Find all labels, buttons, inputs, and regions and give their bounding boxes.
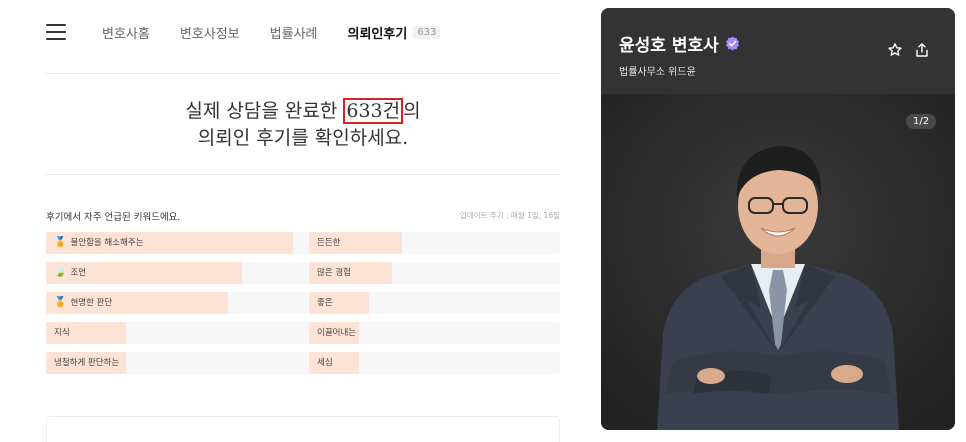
lawyer-profile-card: 윤성호 변호사 법률사무소 위드윤 1/2 [601,8,955,430]
review-count-badge: 633 [413,25,441,39]
headline-text-after: 의 [403,100,421,122]
lawyer-card-header: 윤성호 변호사 법률사무소 위드윤 [601,8,955,94]
tab-lawyer-home[interactable]: 변호사홈 [102,23,150,42]
lawyer-name-row: 윤성호 변호사 [619,31,740,56]
keyword-text: 현명한 판단 [70,298,113,308]
headline-line-1: 실제 상담을 완료한 633건 의 [46,98,560,125]
headline-line-2: 의뢰인 후기를 확인하세요. [197,127,409,149]
keyword-text: 많은 경험 [317,268,351,278]
keyword-label: 세심 [317,352,333,374]
lawyer-photo[interactable] [601,94,955,430]
keyword-bar[interactable]: 많은 경험 [309,262,560,284]
keyword-text: 지식 [54,328,70,338]
headline-divider [46,174,560,175]
lawyer-name: 윤성호 변호사 [619,36,719,56]
keyword-label: 좋은 [317,292,333,314]
keyword-bar[interactable]: 이끌어내는 [309,322,560,344]
lawyer-portrait-illustration [601,94,955,430]
keyword-bar[interactable]: 든든한 [309,232,560,254]
keyword-bar[interactable]: 🍃 조언 [46,262,314,284]
top-navigation: 변호사홈 변호사정보 법률사례 의뢰인후기 633 [46,18,566,46]
keywords-update-note: 업데이트 주기 : 매월 1일, 16일 [459,211,560,220]
keyword-bar[interactable]: 좋은 [309,292,560,314]
keyword-emoji-icon: 🏅 [54,297,67,308]
keyword-emoji-icon: 🏅 [54,237,67,248]
share-icon[interactable] [914,42,930,58]
keywords-title: 후기에서 자주 언급된 키워드에요. [46,212,181,223]
law-firm-name: 법률사무소 위드윤 [619,67,696,78]
keyword-text: 냉철하게 판단하는 [54,358,120,368]
keyword-text: 좋은 [317,298,333,308]
keyword-bar[interactable]: 🏅 현명한 판단 [46,292,314,314]
keyword-text: 든든한 [317,238,341,248]
keyword-label: 이끌어내는 [317,322,356,344]
review-count-highlight: 633건 [343,98,404,124]
keyword-label: 🏅 현명한 판단 [54,292,112,314]
keyword-bar[interactable]: 🏅 불안함을 해소해주는 [46,232,314,254]
review-headline: 실제 상담을 완료한 633건 의 의뢰인 후기를 확인하세요. [46,98,560,152]
keyword-bar[interactable]: 지식 [46,322,314,344]
keyword-text: 조언 [70,268,87,278]
photo-pager: 1/2 [906,114,937,129]
headline-text-before: 실제 상담을 완료한 [185,100,344,122]
star-outline-icon[interactable] [887,42,903,58]
keyword-bar[interactable]: 세심 [309,352,560,374]
keyword-text: 이끌어내는 [317,328,357,338]
keyword-label: 든든한 [317,232,340,254]
keyword-label: 지식 [54,322,70,344]
hamburger-menu-icon[interactable] [46,24,66,40]
keyword-emoji-icon: 🍃 [54,267,67,278]
tab-client-reviews[interactable]: 의뢰인후기 [348,23,408,42]
keyword-text: 불안함을 해소해주는 [70,238,144,248]
tab-lawyer-info[interactable]: 변호사정보 [180,23,240,42]
keyword-label: 많은 경험 [317,262,351,284]
tab-legal-cases[interactable]: 법률사례 [270,23,318,42]
keyword-text: 세심 [317,358,333,368]
keyword-label: 🍃 조언 [54,262,86,284]
review-list-card [46,416,560,442]
verified-badge-icon [725,36,739,51]
nav-divider [46,73,560,74]
keyword-label: 🏅 불안함을 해소해주는 [54,232,144,254]
keyword-label: 냉철하게 판단하는 [54,352,119,374]
keyword-bar[interactable]: 냉철하게 판단하는 [46,352,314,374]
